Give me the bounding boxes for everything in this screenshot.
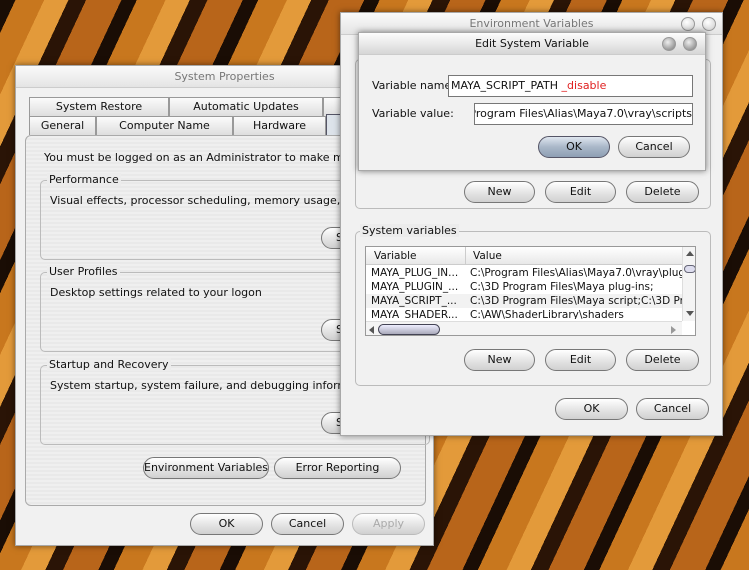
variable-cell: MAYA_SCRIPT_... [371, 295, 457, 307]
group-label: System variables [360, 224, 459, 237]
tab-computer-name[interactable]: Computer Name [96, 116, 233, 135]
name-suffix: _disable [558, 79, 607, 92]
ok-button[interactable]: OK [538, 136, 610, 158]
cancel-button[interactable]: Cancel [636, 398, 709, 420]
table-row-selected[interactable]: MAYA_SCRIPT_... C:\3D Program Files\Maya … [366, 294, 682, 308]
scroll-up-icon[interactable] [686, 251, 694, 256]
minimize-icon[interactable] [662, 37, 676, 51]
variable-name-label: Variable name: [372, 79, 455, 92]
variable-cell: MAYA_PLUG_IN... [371, 267, 459, 279]
user-new-button[interactable]: New [464, 181, 535, 203]
list-header: Variable Value [366, 247, 682, 265]
table-row[interactable]: MAYA_PLUGIN_... C:\3D Program Files\Maya … [366, 280, 682, 294]
environment-variables-button[interactable]: Environment Variables [143, 457, 269, 479]
variable-name-input[interactable]: MAYA_SCRIPT_PATH _disable [448, 75, 693, 97]
group-label: Startup and Recovery [47, 358, 171, 371]
scroll-right-icon[interactable] [671, 326, 676, 334]
variable-cell: MAYA_PLUGIN_... [371, 281, 459, 293]
tab-hardware[interactable]: Hardware [233, 116, 326, 135]
tab-general[interactable]: General [29, 116, 96, 135]
system-new-button[interactable]: New [464, 349, 535, 371]
scroll-thumb[interactable] [684, 265, 695, 273]
group-text: Desktop settings related to your logon [50, 286, 262, 299]
value-cell: C:\AW\ShaderLibrary\shaders [470, 309, 624, 319]
scroll-left-icon[interactable] [369, 326, 374, 334]
tab-system-restore[interactable]: System Restore [29, 97, 169, 116]
error-reporting-button[interactable]: Error Reporting [274, 457, 401, 479]
close-icon[interactable] [702, 17, 716, 31]
edit-system-variable-dialog: Edit System Variable Variable name: MAYA… [358, 32, 706, 171]
value-cell: C:\Program Files\Alias\Maya7.0\vray\plug… [470, 267, 682, 279]
scroll-thumb[interactable] [378, 324, 440, 335]
system-delete-button[interactable]: Delete [626, 349, 699, 371]
column-divider[interactable] [465, 247, 466, 265]
apply-button[interactable]: Apply [352, 513, 425, 535]
ok-button[interactable]: OK [555, 398, 628, 420]
table-row[interactable]: MAYA_PLUG_IN... C:\Program Files\Alias\Ma… [366, 266, 682, 280]
system-edit-button[interactable]: Edit [545, 349, 616, 371]
name-text: MAYA_SCRIPT_PATH [451, 79, 559, 92]
column-variable[interactable]: Variable [374, 250, 417, 262]
group-label: User Profiles [47, 265, 120, 278]
close-icon[interactable] [683, 37, 697, 51]
value-cell: C:\3D Program Files\Maya plug-ins; [470, 281, 654, 293]
scroll-down-icon[interactable] [686, 311, 694, 316]
variable-value-label: Variable value: [372, 107, 454, 120]
dialog-title: Edit System Variable [359, 33, 705, 55]
group-text: System startup, system failure, and debu… [50, 379, 376, 392]
group-label: Performance [47, 173, 121, 186]
column-value[interactable]: Value [473, 250, 502, 262]
cancel-button[interactable]: Cancel [618, 136, 690, 158]
variable-value-input[interactable]: C:\Program Files\Alias\Maya7.0\vray\scri… [474, 103, 693, 125]
tab-automatic-updates[interactable]: Automatic Updates [169, 97, 323, 116]
value-cell: C:\3D Program Files\Maya script;C:\3D Pr… [470, 295, 682, 307]
system-variables-list[interactable]: Variable Value MAYA_PLUG_IN... C:\Program… [365, 246, 696, 336]
cancel-button[interactable]: Cancel [271, 513, 344, 535]
user-delete-button[interactable]: Delete [626, 181, 699, 203]
variable-cell: MAYA_SHADER... [371, 309, 458, 319]
minimize-icon[interactable] [681, 17, 695, 31]
user-edit-button[interactable]: Edit [545, 181, 616, 203]
horizontal-scrollbar[interactable] [366, 321, 682, 335]
ok-button[interactable]: OK [190, 513, 263, 535]
vertical-scrollbar[interactable] [682, 247, 695, 321]
table-row[interactable]: MAYA_SHADER... C:\AW\ShaderLibrary\shader… [366, 308, 682, 319]
